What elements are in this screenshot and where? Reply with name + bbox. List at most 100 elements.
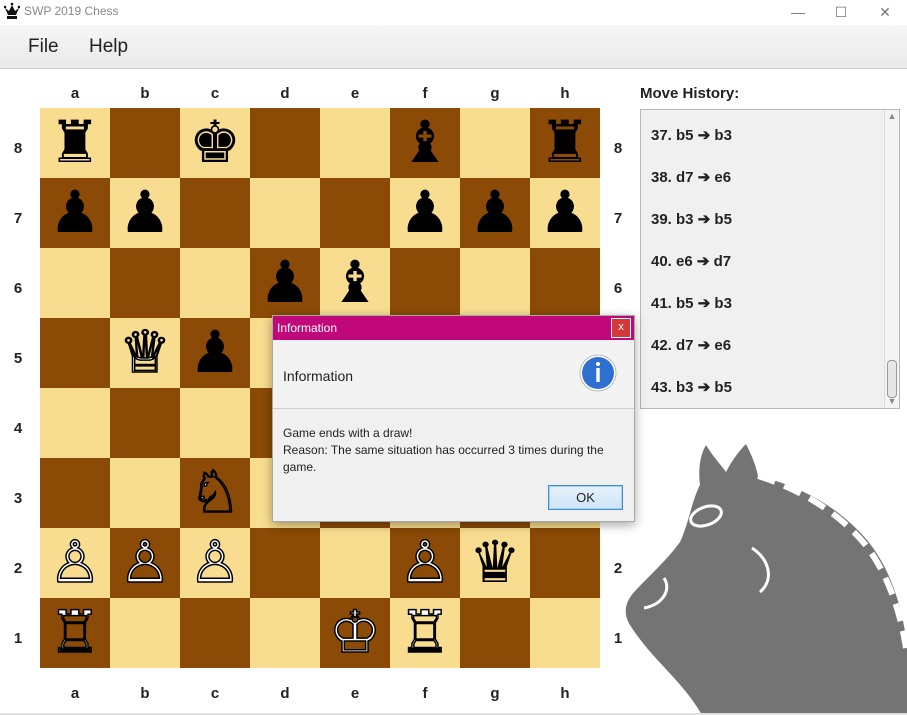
square-h6[interactable] (530, 248, 600, 318)
chess-piece-white[interactable]: ♙ (180, 527, 250, 598)
close-icon: ✕ (879, 4, 891, 20)
file-label: d (280, 685, 290, 702)
square-d7[interactable] (250, 178, 320, 248)
scrollbar-thumb[interactable] (887, 360, 897, 398)
menu-file[interactable]: File (28, 36, 59, 58)
move-history-scrollbar[interactable]: ▲ ▼ (884, 110, 899, 408)
information-dialog[interactable]: Information x Information Game ends with… (272, 315, 635, 522)
square-h7[interactable]: ♟ (530, 178, 600, 248)
square-c1[interactable] (180, 598, 250, 668)
square-b3[interactable] (110, 458, 180, 528)
move-history-item[interactable]: 37. b5 ➔ b3 (651, 126, 732, 144)
square-b2[interactable]: ♙ (110, 527, 180, 598)
square-c3[interactable]: ♘ (180, 457, 250, 528)
square-a4[interactable] (40, 388, 110, 458)
dialog-titlebar[interactable]: Information x (273, 316, 634, 340)
square-a8[interactable]: ♜ (40, 108, 110, 178)
square-c2[interactable]: ♙ (180, 527, 250, 598)
square-g2[interactable]: ♛ (460, 528, 530, 598)
square-h8[interactable]: ♜ (530, 108, 600, 178)
move-history-item[interactable]: 41. b5 ➔ b3 (651, 294, 732, 312)
square-h1[interactable] (530, 598, 600, 668)
square-b8[interactable] (110, 108, 180, 178)
square-d8[interactable] (250, 108, 320, 178)
chess-piece-black[interactable]: ♝ (320, 248, 390, 318)
square-a1[interactable]: ♖ (40, 597, 110, 668)
chess-piece-white[interactable]: ♘ (180, 457, 250, 528)
square-b7[interactable]: ♟ (110, 178, 180, 248)
chess-piece-black[interactable]: ♟ (530, 178, 600, 248)
square-c8[interactable]: ♚ (180, 108, 250, 178)
square-b6[interactable] (110, 248, 180, 318)
square-b5[interactable]: ♕ (110, 317, 180, 388)
square-d2[interactable] (250, 528, 320, 598)
chess-piece-white[interactable]: ♕ (110, 317, 180, 388)
scroll-up-icon[interactable]: ▲ (886, 111, 898, 121)
square-a3[interactable] (40, 458, 110, 528)
move-history-item[interactable]: 43. b3 ➔ b5 (651, 378, 732, 396)
chess-piece-black[interactable]: ♟ (250, 248, 320, 318)
chess-piece-black[interactable]: ♛ (460, 528, 530, 598)
square-f8[interactable]: ♝ (390, 108, 460, 178)
square-a6[interactable] (40, 248, 110, 318)
move-history-item[interactable]: 39. b3 ➔ b5 (651, 210, 732, 228)
square-c7[interactable] (180, 178, 250, 248)
close-button[interactable]: ✕ (862, 0, 907, 25)
move-history-item[interactable]: 42. d7 ➔ e6 (651, 336, 731, 354)
square-g7[interactable]: ♟ (460, 178, 530, 248)
square-f6[interactable] (390, 248, 460, 318)
move-history-item[interactable]: 38. d7 ➔ e6 (651, 168, 731, 186)
maximize-icon: ☐ (834, 4, 848, 20)
square-b4[interactable] (110, 388, 180, 458)
chess-piece-black[interactable]: ♟ (460, 178, 530, 248)
chess-piece-white[interactable]: ♙ (110, 527, 180, 598)
chess-piece-white[interactable]: ♖ (40, 597, 110, 668)
square-b1[interactable] (110, 598, 180, 668)
scroll-down-icon[interactable]: ▼ (886, 396, 898, 406)
chess-piece-white[interactable]: ♙ (40, 527, 110, 598)
square-c5[interactable]: ♟ (180, 318, 250, 388)
move-history-list[interactable]: 37. b5 ➔ b3 38. d7 ➔ e6 39. b3 ➔ b5 40. … (640, 109, 900, 409)
chess-piece-white[interactable]: ♔ (320, 597, 390, 668)
menu-bar: File Help (0, 25, 907, 69)
square-g8[interactable] (460, 108, 530, 178)
square-f1[interactable]: ♖ (390, 597, 460, 668)
chess-piece-black[interactable]: ♜ (40, 108, 110, 178)
chess-piece-black[interactable]: ♟ (180, 318, 250, 388)
chess-piece-black[interactable]: ♝ (390, 108, 460, 178)
square-g1[interactable] (460, 598, 530, 668)
chess-piece-black[interactable]: ♟ (40, 178, 110, 248)
square-a7[interactable]: ♟ (40, 178, 110, 248)
ok-button[interactable]: OK (548, 485, 623, 510)
chess-piece-black[interactable]: ♟ (110, 178, 180, 248)
dialog-close-button[interactable]: x (611, 318, 631, 338)
square-c6[interactable] (180, 248, 250, 318)
file-label: g (490, 685, 500, 702)
minimize-button[interactable]: — (775, 0, 821, 25)
menu-help[interactable]: Help (89, 36, 128, 58)
square-f2[interactable]: ♙ (390, 527, 460, 598)
chess-piece-black[interactable]: ♜ (530, 108, 600, 178)
square-f7[interactable]: ♟ (390, 178, 460, 248)
chess-piece-white[interactable]: ♖ (390, 597, 460, 668)
dialog-header-text: Information (283, 368, 354, 384)
square-g6[interactable] (460, 248, 530, 318)
square-e1[interactable]: ♔ (320, 597, 390, 668)
square-e2[interactable] (320, 528, 390, 598)
square-a5[interactable] (40, 318, 110, 388)
square-d1[interactable] (250, 598, 320, 668)
square-e6[interactable]: ♝ (320, 248, 390, 318)
square-a2[interactable]: ♙ (40, 527, 110, 598)
chess-piece-black[interactable]: ♟ (390, 178, 460, 248)
square-e8[interactable] (320, 108, 390, 178)
rank-label: 8 (13, 140, 23, 157)
square-h2[interactable] (530, 528, 600, 598)
maximize-button[interactable]: ☐ (818, 0, 864, 25)
square-d6[interactable]: ♟ (250, 248, 320, 318)
chess-piece-white[interactable]: ♙ (390, 527, 460, 598)
square-c4[interactable] (180, 388, 250, 458)
move-history-item[interactable]: 40. e6 ➔ d7 (651, 252, 731, 270)
square-e7[interactable] (320, 178, 390, 248)
window-titlebar: SWP 2019 Chess — ☐ ✕ (0, 0, 907, 25)
chess-piece-black[interactable]: ♚ (180, 108, 250, 178)
